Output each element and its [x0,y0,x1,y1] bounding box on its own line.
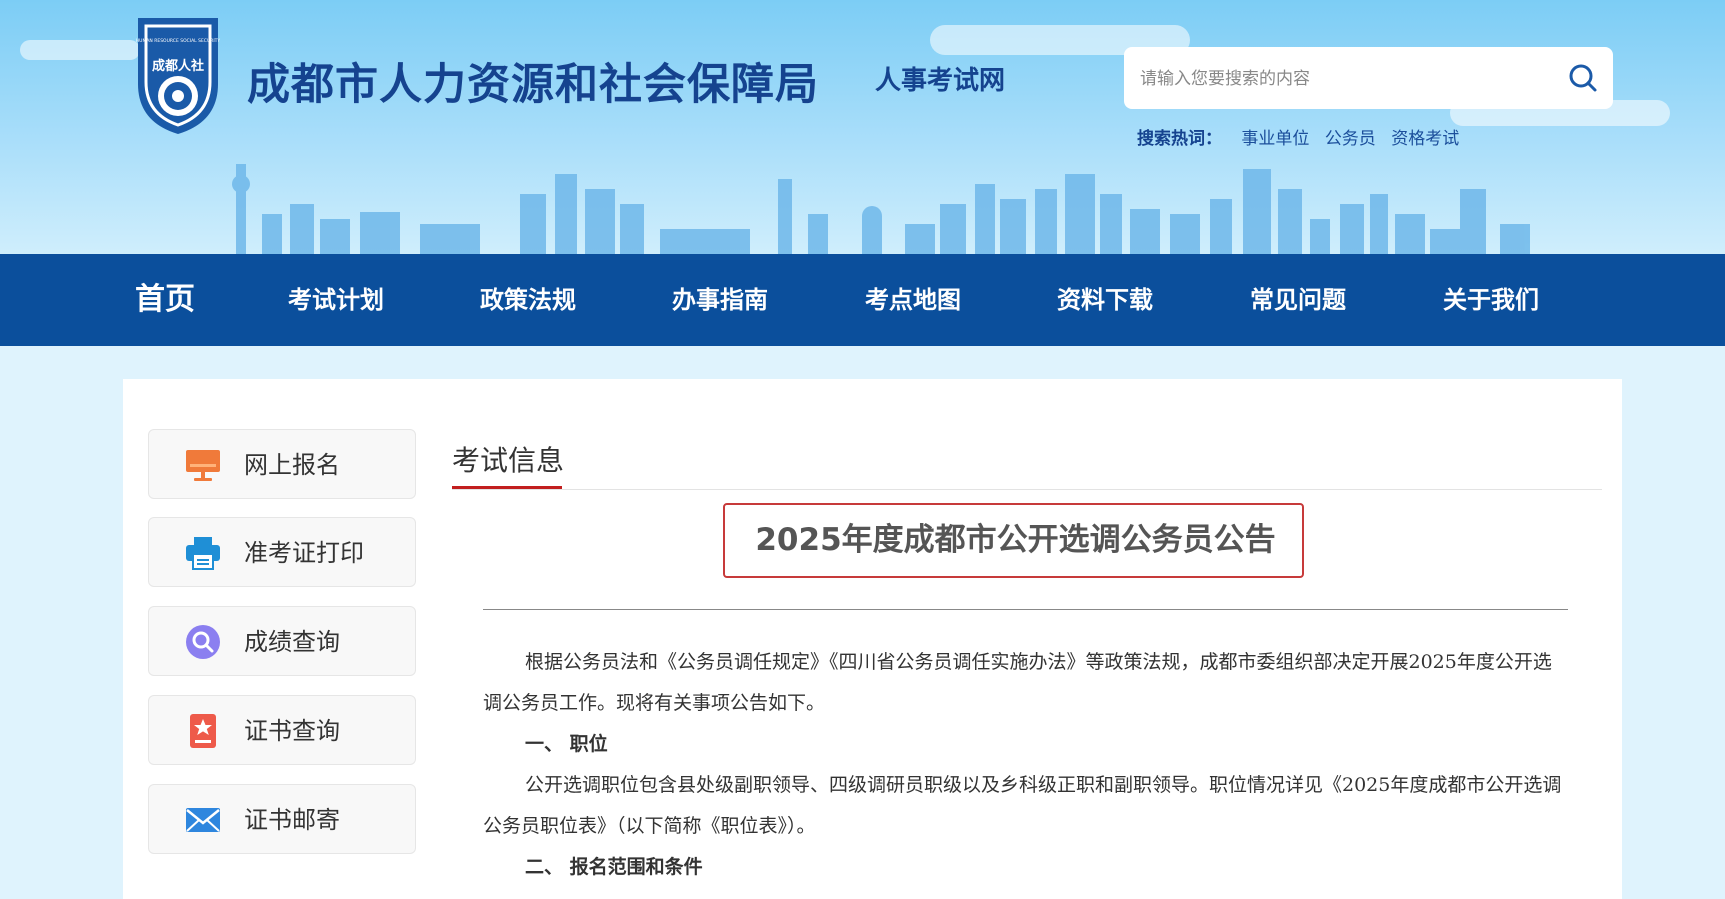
sidebar-item-admission-ticket[interactable]: 准考证打印 [148,517,416,587]
search-input[interactable] [1138,47,1562,111]
cloud-decoration [20,40,140,60]
article-divider [483,609,1568,610]
logo-text: 成都人社 [152,58,204,74]
logo-ring-text: HUMAN RESOURCE SOCIAL SECURITY [136,38,221,44]
section-divider [452,489,1602,490]
nav-item-policies[interactable]: 政策法规 [480,254,576,346]
content-card: 网上报名 准考证打印 成绩查询 证书查询 证书邮寄 考试信息 2025年度成都市… [123,379,1622,899]
sidebar-item-label: 准考证打印 [244,539,364,567]
nav-item-exam-map[interactable]: 考点地图 [865,254,961,346]
nav-item-downloads[interactable]: 资料下载 [1057,254,1153,346]
nav-item-exam-plan[interactable]: 考试计划 [288,254,384,346]
sidebar-item-label: 网上报名 [244,451,340,479]
nav-item-about-us[interactable]: 关于我们 [1443,254,1539,346]
site-title: 成都市人力资源和社会保障局 [247,60,819,110]
article-paragraph: 公开选调职位包含县处级副职领导、四级调研员职级以及乡科级正职和副职领导。职位情况… [483,774,1562,837]
article-body: 根据公务员法和《公务员调任规定》《四川省公务员调任实施办法》等政策法规，成都市委… [483,642,1568,888]
sidebar-item-certificate-mailing[interactable]: 证书邮寄 [148,784,416,854]
header-banner: 成都人社 HUMAN RESOURCE SOCIAL SECURITY 成都市人… [0,0,1725,254]
sidebar-item-label: 证书邮寄 [244,806,340,834]
sidebar-item-label: 成绩查询 [244,628,340,656]
hot-link-public-institution[interactable]: 事业单位 [1241,129,1309,149]
nav-item-home[interactable]: 首页 [135,254,195,346]
monitor-icon [186,450,220,481]
mail-icon [186,808,220,832]
hot-link-qualification-exam[interactable]: 资格考试 [1391,129,1459,149]
section-title: 考试信息 [452,444,565,477]
hot-search-terms: 搜索热词： 事业单位 公务员 资格考试 [1137,124,1469,149]
article-title: 2025年度成都市公开选调公务员公告 [755,522,1276,558]
main-nav: 首页 考试计划 政策法规 办事指南 考点地图 资料下载 常见问题 关于我们 [0,254,1725,346]
search-box [1124,47,1613,111]
article-heading: 一、 职位 [525,733,608,755]
sidebar-item-certificate-query[interactable]: 证书查询 [148,695,416,765]
bureau-logo: 成都人社 HUMAN RESOURCE SOCIAL SECURITY [136,18,221,134]
search-icon[interactable] [1567,62,1599,94]
section-title-underline [452,486,562,489]
hot-search-label: 搜索热词： [1137,129,1222,149]
article-title-box: 2025年度成都市公开选调公务员公告 [723,503,1304,578]
article-heading: 二、 报名范围和条件 [525,856,703,878]
article-paragraph: 根据公务员法和《公务员调任规定》《四川省公务员调任实施办法》等政策法规，成都市委… [483,651,1552,714]
site-subtitle: 人事考试网 [875,66,1006,96]
nav-item-service-guide[interactable]: 办事指南 [672,254,768,346]
printer-icon [186,537,220,570]
city-skyline-illustration [232,164,1530,254]
search-icon [186,625,220,659]
sidebar-item-online-registration[interactable]: 网上报名 [148,429,416,499]
nav-item-faq[interactable]: 常见问题 [1250,254,1346,346]
hot-link-civil-servant[interactable]: 公务员 [1325,129,1376,149]
certificate-icon [190,714,216,748]
sidebar-item-score-query[interactable]: 成绩查询 [148,606,416,676]
sidebar-item-label: 证书查询 [244,717,340,745]
